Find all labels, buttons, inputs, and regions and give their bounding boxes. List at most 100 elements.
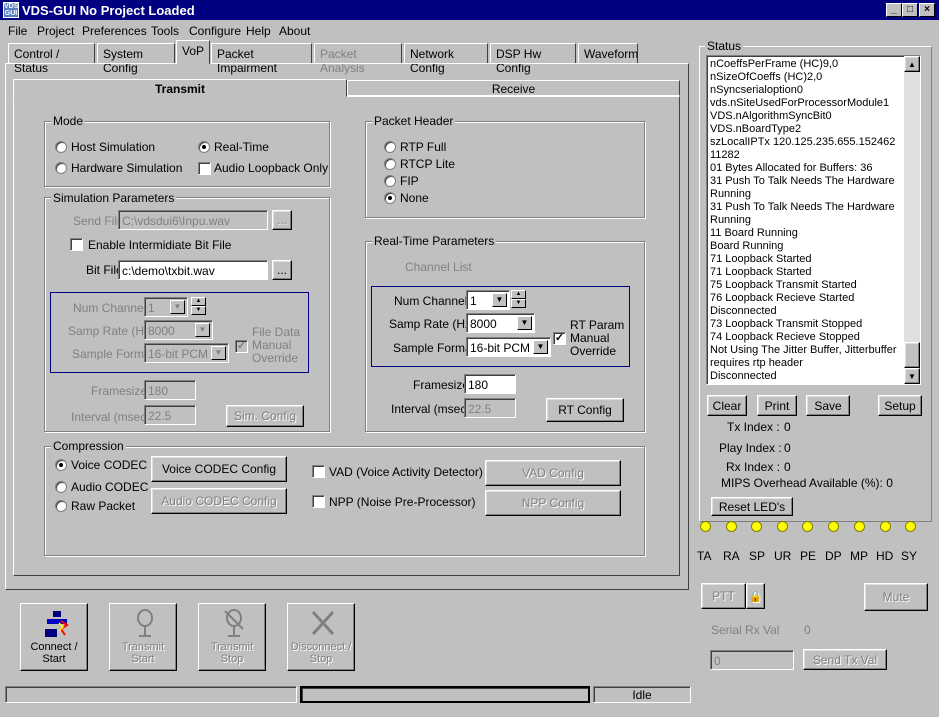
file-override-checkbox[interactable]: ✓ bbox=[235, 340, 248, 353]
clear-button[interactable]: Clear bbox=[707, 395, 747, 416]
rtcp-lite-radio[interactable] bbox=[384, 158, 396, 170]
rt-params-label: Real-Time Parameters bbox=[372, 234, 497, 248]
rt-num-channels-value: 1 bbox=[470, 294, 477, 308]
status-scrollbar[interactable]: ▲ ▼ bbox=[904, 56, 920, 384]
status-line: 11 Board Running bbox=[710, 227, 798, 239]
minimize-button[interactable]: _ bbox=[886, 3, 902, 17]
transmit-stop-button[interactable]: Transmit Stop bbox=[198, 603, 266, 671]
status-line: 75 Loopback Transmit Started bbox=[710, 279, 857, 291]
tab-packet-impairment[interactable]: Packet Impairment bbox=[211, 43, 312, 75]
scroll-thumb[interactable] bbox=[904, 342, 920, 368]
scroll-up-arrow-icon[interactable]: ▲ bbox=[904, 56, 920, 72]
play-index-value: 0 bbox=[784, 441, 791, 455]
led-label-pe: PE bbox=[800, 549, 817, 563]
lock-icon[interactable]: 🔒 bbox=[746, 583, 765, 609]
tab-waveform[interactable]: Waveform bbox=[578, 43, 638, 63]
close-button[interactable]: × bbox=[919, 3, 935, 17]
npp-config-button[interactable]: NPP Config bbox=[485, 490, 621, 516]
rt-spin-up[interactable]: ▲ bbox=[511, 290, 526, 299]
enable-bit-label: Enable Intermidiate Bit File bbox=[88, 238, 232, 252]
fip-radio[interactable] bbox=[384, 175, 396, 187]
reset-leds-button[interactable]: Reset LED's bbox=[711, 497, 793, 516]
raw-packet-label: Raw Packet bbox=[71, 499, 136, 513]
menu-file[interactable]: File bbox=[8, 24, 27, 38]
status-line: 71 Loopback Started bbox=[710, 253, 812, 265]
bit-file-browse-button[interactable]: ... bbox=[272, 260, 292, 280]
status-line: Disconnected bbox=[710, 305, 777, 317]
enable-bit-checkbox[interactable] bbox=[70, 238, 83, 251]
maximize-button[interactable]: □ bbox=[902, 3, 918, 17]
sim-num-channels-select[interactable]: 1 ▼ bbox=[144, 297, 188, 317]
rtp-full-radio[interactable] bbox=[384, 141, 396, 153]
mute-button[interactable]: Mute bbox=[864, 583, 928, 611]
sim-spin-down[interactable]: ▼ bbox=[191, 306, 206, 315]
tab-system-config[interactable]: System Config bbox=[97, 43, 175, 75]
transmit-stop-label: Transmit Stop bbox=[210, 641, 254, 665]
vad-config-button[interactable]: VAD Config bbox=[485, 460, 621, 486]
led-ur bbox=[777, 521, 788, 532]
realtime-radio[interactable] bbox=[198, 141, 210, 153]
serial-tx-field[interactable]: 0 bbox=[710, 650, 794, 670]
rt-interval-field[interactable]: 22.5 bbox=[464, 398, 516, 418]
menu-preferences[interactable]: Preferences bbox=[82, 24, 147, 38]
sim-spin-up[interactable]: ▲ bbox=[191, 297, 206, 306]
chevron-down-icon: ▼ bbox=[517, 316, 532, 330]
send-file-browse-button[interactable]: ... bbox=[272, 210, 292, 230]
tab-vop[interactable]: VoP bbox=[176, 40, 210, 64]
rt-spin-down[interactable]: ▼ bbox=[511, 299, 526, 308]
sim-sample-format-value: 16-bit PCM bbox=[148, 347, 209, 361]
print-button[interactable]: Print bbox=[757, 395, 797, 416]
menu-configure[interactable]: Configure bbox=[189, 24, 241, 38]
menu-about[interactable]: About bbox=[279, 24, 310, 38]
x-icon bbox=[311, 610, 335, 636]
menu-project[interactable]: Project bbox=[37, 24, 74, 38]
disconnect-stop-button[interactable]: Disconnect / Stop bbox=[287, 603, 355, 671]
sim-framesize-field[interactable]: 180 bbox=[144, 380, 196, 400]
audio-codec-radio[interactable] bbox=[55, 481, 67, 493]
menu-help[interactable]: Help bbox=[246, 24, 271, 38]
send-tx-val-button[interactable]: Send Tx Val bbox=[803, 649, 887, 670]
sim-config-button[interactable]: Sim. Config bbox=[226, 405, 304, 427]
subtab-receive[interactable]: Receive bbox=[347, 80, 680, 96]
tab-dsp-hw-config[interactable]: DSP Hw Config bbox=[490, 43, 576, 75]
rt-framesize-field[interactable]: 180 bbox=[464, 374, 516, 394]
save-button[interactable]: Save bbox=[806, 395, 850, 416]
rtcp-lite-label: RTCP Lite bbox=[400, 157, 455, 171]
rt-sample-format-select[interactable]: 16-bit PCM ▼ bbox=[466, 337, 551, 357]
audio-codec-config-button[interactable]: Audio CODEC Config bbox=[151, 488, 287, 514]
subtab-transmit[interactable]: Transmit bbox=[13, 79, 347, 97]
send-file-field[interactable]: C:\vdsdui6\Inpu.wav bbox=[118, 210, 268, 230]
audio-loopback-checkbox[interactable] bbox=[198, 162, 211, 175]
tab-network-config[interactable]: Network Config bbox=[404, 43, 488, 75]
led-sp bbox=[751, 521, 762, 532]
menu-tools[interactable]: Tools bbox=[151, 24, 179, 38]
voice-codec-config-button[interactable]: Voice CODEC Config bbox=[151, 456, 287, 482]
tab-packet-analysis[interactable]: Packet Analysis bbox=[314, 43, 402, 75]
channel-list-label: Channel List bbox=[405, 260, 472, 274]
hw-sim-radio[interactable] bbox=[55, 162, 67, 174]
rt-samp-rate-select[interactable]: 8000 ▼ bbox=[466, 313, 535, 333]
rt-num-channels-select[interactable]: 1 ▼ bbox=[466, 290, 510, 310]
sim-interval-field[interactable]: 22.5 bbox=[144, 405, 196, 425]
sim-samp-rate-select[interactable]: 8000 ▼ bbox=[144, 320, 213, 340]
setup-button[interactable]: Setup bbox=[878, 395, 922, 416]
status-log[interactable]: nCoeffsPerFrame (HC)9,0 nSizeOfCoeffs (HC… bbox=[706, 55, 921, 385]
connect-start-button[interactable]: Connect / Start bbox=[20, 603, 88, 671]
sim-sample-format-select[interactable]: 16-bit PCM ▼ bbox=[144, 343, 229, 363]
mips-label: MIPS Overhead Available (%): 0 bbox=[721, 476, 893, 490]
rt-config-button[interactable]: RT Config bbox=[546, 398, 624, 422]
bit-file-field[interactable]: c:\demo\txbit.wav bbox=[118, 260, 268, 280]
voice-codec-radio[interactable] bbox=[55, 459, 67, 471]
tab-control-status[interactable]: Control / Status bbox=[8, 43, 95, 75]
scroll-down-arrow-icon[interactable]: ▼ bbox=[904, 368, 920, 384]
vad-checkbox[interactable] bbox=[312, 465, 325, 478]
rt-override-checkbox[interactable]: ✓ bbox=[553, 332, 566, 345]
npp-checkbox[interactable] bbox=[312, 495, 325, 508]
host-sim-radio[interactable] bbox=[55, 141, 67, 153]
rt-samp-rate-label: Samp Rate (Hz) bbox=[389, 317, 476, 331]
ptt-button[interactable]: PTT bbox=[701, 583, 746, 609]
raw-packet-radio[interactable] bbox=[55, 500, 67, 512]
none-radio[interactable] bbox=[384, 192, 396, 204]
transmit-start-button[interactable]: Transmit Start bbox=[109, 603, 177, 671]
status-line: VDS.nBoardType2 bbox=[710, 123, 802, 135]
